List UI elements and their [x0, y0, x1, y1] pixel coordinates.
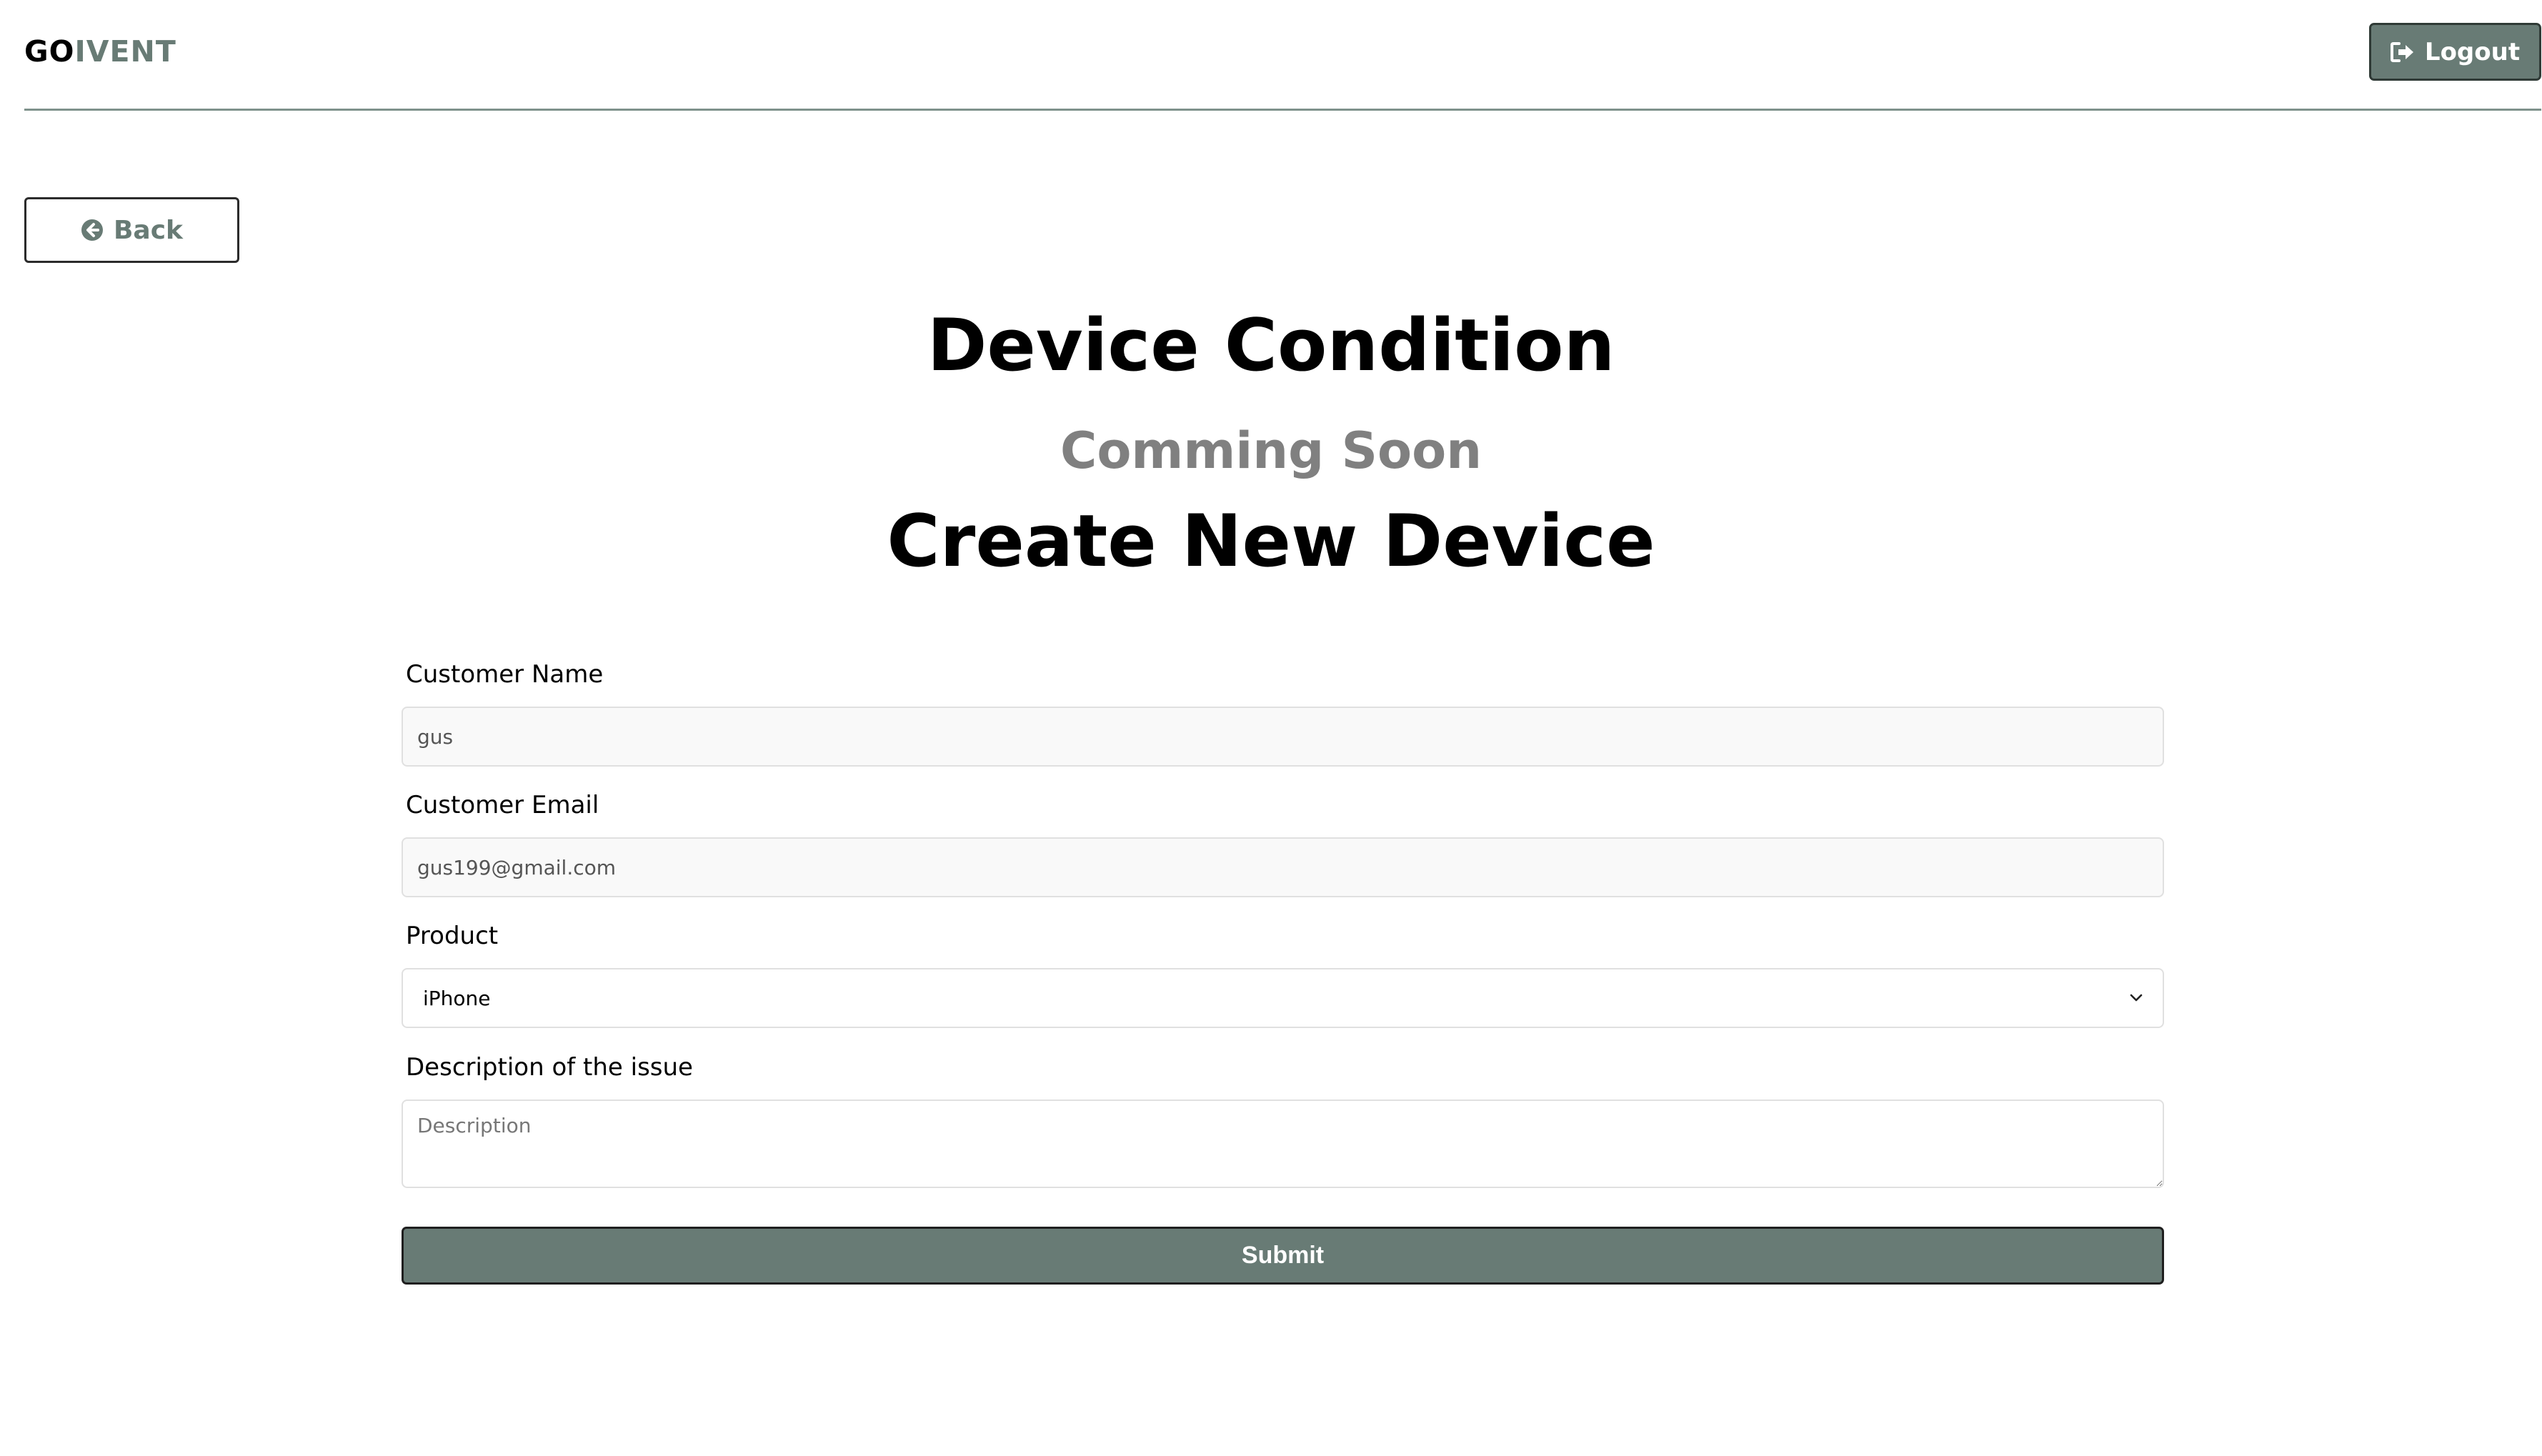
arrow-circle-left-icon — [81, 219, 104, 241]
coming-soon-subheading: Comming Soon — [1060, 422, 1482, 480]
product-select[interactable]: iPhone — [402, 968, 2164, 1028]
logo[interactable]: GOIVENT — [24, 33, 176, 70]
logout-button[interactable]: Logout — [2369, 23, 2541, 81]
customer-email-label: Customer Email — [406, 791, 599, 819]
header-divider — [24, 109, 2541, 111]
submit-button[interactable]: Submit — [402, 1227, 2164, 1285]
back-button[interactable]: Back — [24, 197, 239, 263]
description-textarea[interactable] — [402, 1100, 2164, 1188]
description-label: Description of the issue — [406, 1053, 693, 1082]
logo-text-go: GO — [24, 34, 75, 69]
customer-name-input[interactable] — [402, 707, 2164, 767]
back-label: Back — [113, 215, 183, 245]
device-condition-heading: Device Condition — [927, 303, 1615, 387]
logout-label: Logout — [2424, 37, 2521, 66]
customer-email-input[interactable] — [402, 837, 2164, 897]
product-label: Product — [406, 922, 499, 950]
customer-name-label: Customer Name — [406, 660, 604, 689]
create-device-heading: Create New Device — [887, 499, 1655, 583]
chevron-down-icon — [2130, 994, 2143, 1002]
product-selected-value: iPhone — [423, 986, 491, 1010]
top-header: GOIVENT Logout — [0, 0, 2542, 111]
sign-out-icon — [2390, 41, 2415, 63]
logo-text-ivent: IVENT — [74, 34, 176, 69]
